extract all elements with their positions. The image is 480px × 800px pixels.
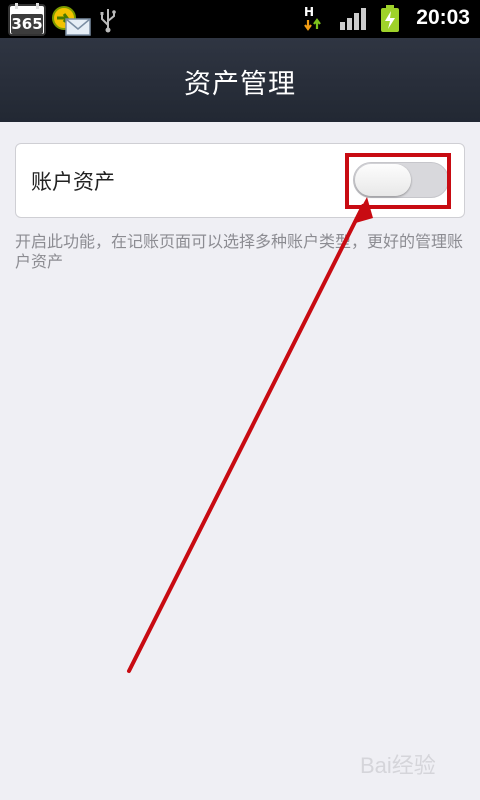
svg-text:H: H bbox=[304, 5, 314, 19]
status-bar: 365 H 20:03 bbox=[0, 0, 480, 38]
hspa-network-icon: H bbox=[304, 5, 321, 31]
clock: 20:03 bbox=[416, 6, 470, 29]
calendar-badge: 365 bbox=[11, 14, 43, 34]
highlight-box bbox=[345, 153, 451, 209]
account-assets-label: 账户资产 bbox=[31, 170, 115, 194]
page-title: 资产管理 bbox=[184, 69, 296, 100]
battery-charging-icon bbox=[381, 5, 399, 32]
usb-icon bbox=[100, 9, 116, 33]
signal-icon bbox=[340, 8, 366, 30]
calendar-icon: 365 bbox=[8, 3, 46, 36]
mail-icon bbox=[52, 6, 91, 36]
setting-description: 开启此功能，在记账页面可以选择多种账户类型，更好的管理账户资产 bbox=[15, 232, 464, 271]
title-bar: 资产管理 bbox=[0, 38, 480, 122]
watermark: Bai经验 bbox=[360, 753, 436, 778]
